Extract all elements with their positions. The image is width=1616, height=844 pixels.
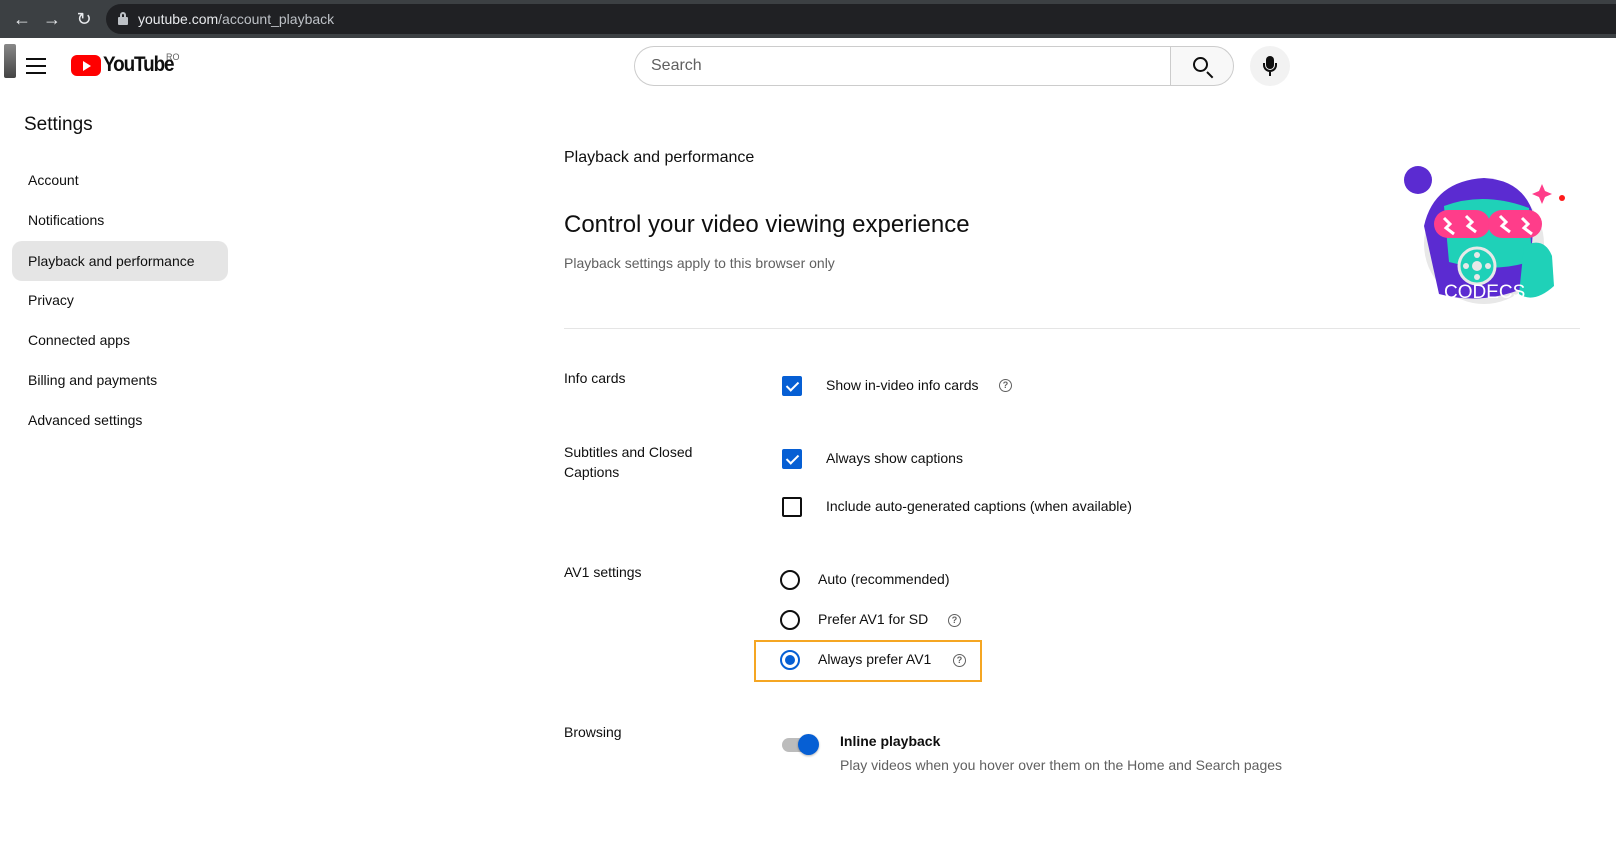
info-cards-label: Info cards [564, 370, 626, 386]
sidebar-item-playback[interactable]: Playback and performance [12, 241, 228, 281]
codecs-illustration: CODECS [1404, 166, 1565, 304]
art-caption: CODECS [1444, 282, 1525, 303]
help-icon[interactable]: ? [953, 654, 966, 667]
always-show-captions-checkbox[interactable] [782, 449, 802, 469]
av1-always-prefer-label: Always prefer AV1 [818, 651, 932, 667]
lock-icon [118, 12, 128, 25]
sidebar-item-account[interactable]: Account [12, 160, 228, 200]
menu-icon[interactable] [26, 58, 46, 74]
sidebar-item-notifications[interactable]: Notifications [12, 200, 228, 240]
url-text: youtube.com/account_playback [138, 11, 335, 27]
inline-playback-title: Inline playback [840, 733, 941, 749]
sidebar-item-privacy[interactable]: Privacy [12, 280, 228, 320]
back-arrow-icon[interactable]: ← [12, 9, 32, 29]
page-subline: Playback settings apply to this browser … [564, 255, 835, 271]
always-show-captions-label: Always show captions [826, 450, 963, 466]
av1-settings-label: AV1 settings [564, 564, 642, 580]
inline-playback-description: Play videos when you hover over them on … [840, 757, 1283, 773]
search-button[interactable] [1170, 46, 1234, 86]
voice-search-button[interactable] [1250, 46, 1290, 86]
search-box [634, 46, 1172, 86]
info-cards-checkbox[interactable] [782, 376, 802, 396]
sidebar-item-connected-apps[interactable]: Connected apps [12, 320, 228, 360]
address-bar[interactable]: youtube.com/account_playback [106, 4, 1616, 34]
sidebar-title: Settings [24, 114, 93, 135]
av1-auto-radio[interactable] [780, 570, 800, 590]
av1-prefer-sd-label: Prefer AV1 for SD [818, 611, 929, 627]
subtitles-label: Subtitles and Closed Captions [564, 444, 693, 480]
extension-icon[interactable] [4, 44, 16, 78]
region-code: RO [166, 52, 180, 62]
help-icon[interactable]: ? [999, 379, 1012, 392]
youtube-logo[interactable]: YouTube [71, 53, 181, 76]
sidebar-item-advanced[interactable]: Advanced settings [12, 400, 228, 440]
av1-always-prefer-radio[interactable] [780, 650, 800, 670]
section-title: Playback and performance [564, 149, 755, 166]
header-divider [564, 328, 1580, 329]
av1-prefer-sd-radio[interactable] [780, 610, 800, 630]
info-cards-option-label: Show in-video info cards [826, 377, 979, 393]
search-input[interactable] [635, 47, 1172, 85]
sidebar-item-billing[interactable]: Billing and payments [12, 360, 228, 400]
auto-generated-captions-label: Include auto-generated captions (when av… [826, 498, 1132, 514]
masthead: YouTube RO [0, 38, 1616, 94]
browser-chrome: ← → ↻ youtube.com/account_playback [0, 0, 1616, 38]
auto-generated-captions-checkbox[interactable] [782, 497, 802, 517]
search-icon [1193, 57, 1208, 72]
logo-wordmark: YouTube [103, 53, 175, 76]
browsing-label: Browsing [564, 724, 622, 740]
youtube-play-icon [71, 54, 101, 76]
inline-playback-toggle[interactable] [782, 734, 819, 755]
reload-icon[interactable]: ↻ [74, 9, 94, 29]
forward-arrow-icon[interactable]: → [42, 9, 62, 29]
av1-auto-label: Auto (recommended) [818, 571, 950, 587]
page-headline: Control your video viewing experience [564, 211, 970, 238]
help-icon[interactable]: ? [948, 614, 961, 627]
